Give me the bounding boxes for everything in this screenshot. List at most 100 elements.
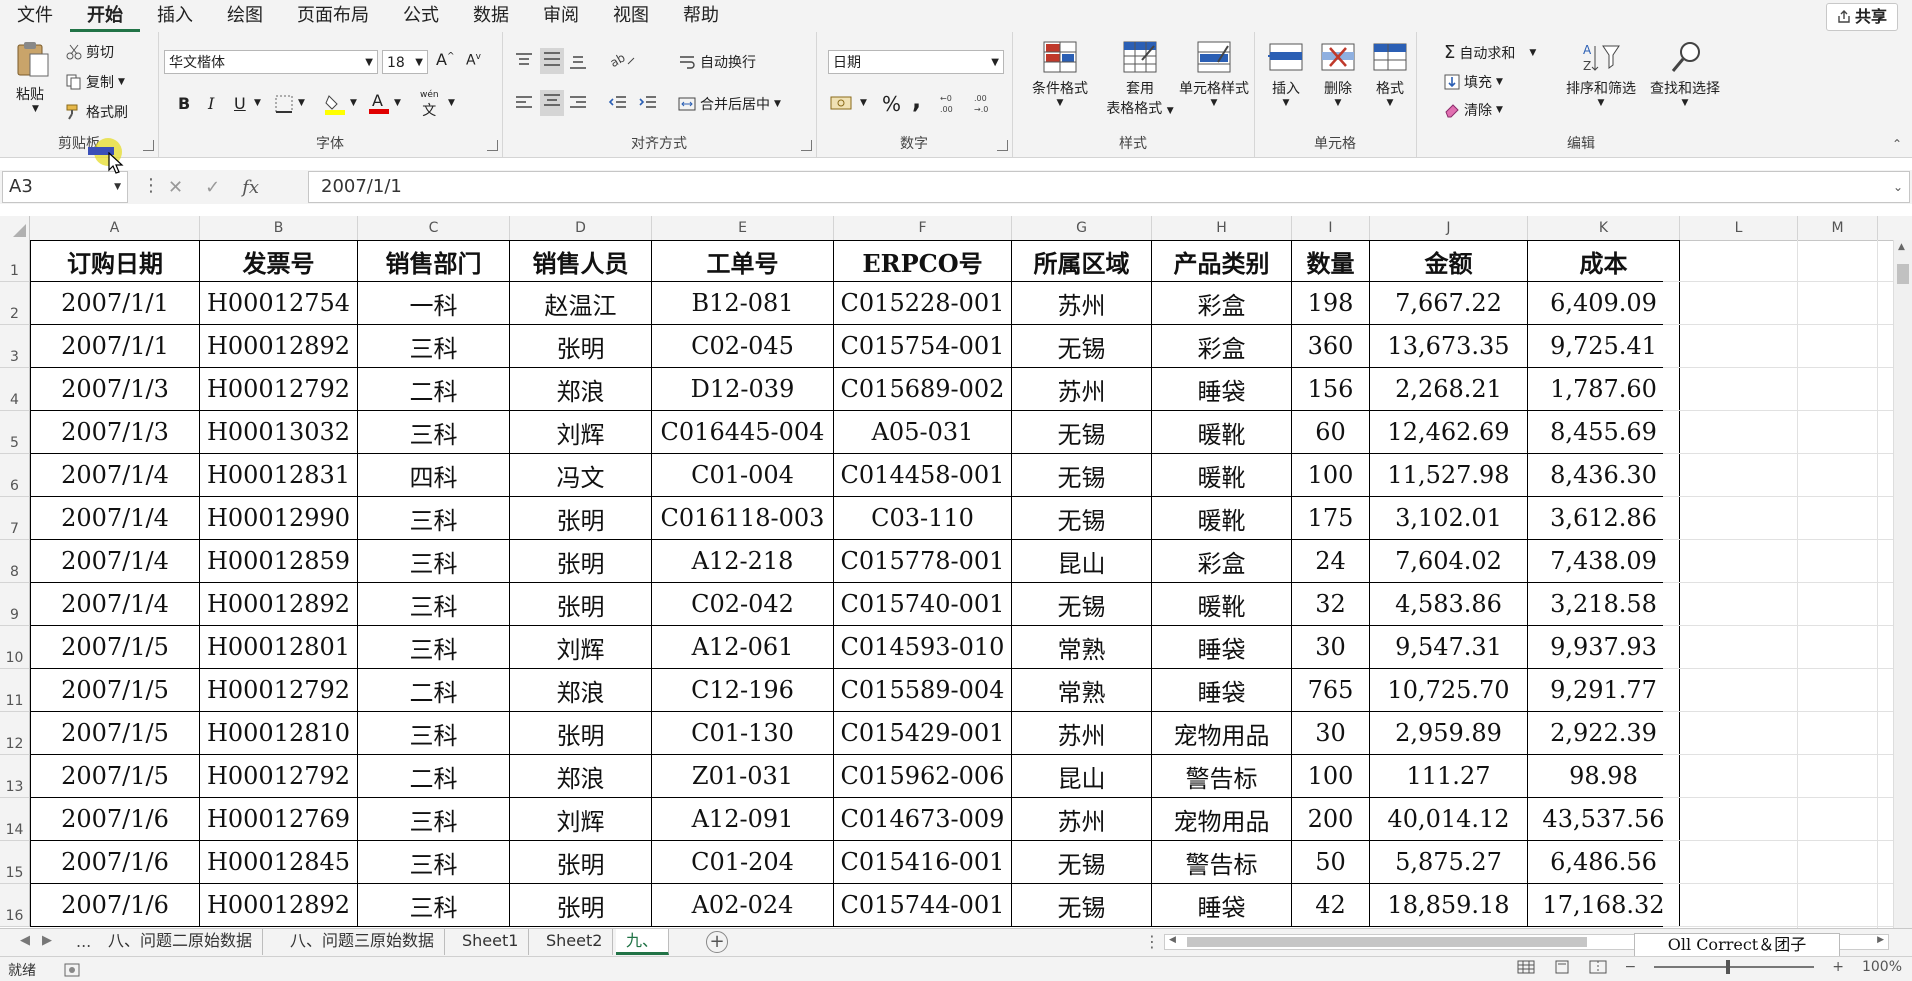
horizontal-scroll-thumb[interactable] <box>1187 937 1587 947</box>
table-cell[interactable]: 三科 <box>358 411 510 454</box>
menu-item-8[interactable]: 视图 <box>596 0 666 32</box>
table-cell[interactable]: C015589-004 <box>834 669 1012 712</box>
table-cell[interactable]: 彩盒 <box>1152 325 1292 368</box>
row-header-10[interactable]: 10 <box>0 626 30 669</box>
table-cell[interactable]: C015416-001 <box>834 841 1012 884</box>
row-header-8[interactable]: 8 <box>0 540 30 583</box>
column-header-k[interactable]: K <box>1528 216 1680 240</box>
autosum-button[interactable]: Σ 自动求和 ▼ <box>1444 42 1536 63</box>
table-cell[interactable]: 无锡 <box>1012 884 1152 927</box>
table-cell[interactable]: 9,937.93 <box>1528 626 1680 669</box>
zoom-slider-knob[interactable] <box>1726 960 1731 974</box>
table-cell[interactable]: 三科 <box>358 497 510 540</box>
comma-button[interactable]: , <box>912 86 921 114</box>
clear-button[interactable]: 清除 ▼ <box>1444 100 1503 120</box>
font-launcher-icon[interactable] <box>487 140 498 151</box>
header-cell[interactable]: 订购日期 <box>30 240 200 282</box>
table-cell[interactable]: 常熟 <box>1012 626 1152 669</box>
table-cell[interactable]: 7,667.22 <box>1370 282 1528 325</box>
table-cell[interactable]: 暖靴 <box>1152 497 1292 540</box>
next-sheet-icon[interactable]: ▶ <box>42 933 52 948</box>
table-cell[interactable]: 2007/1/1 <box>30 325 200 368</box>
table-cell[interactable]: 24 <box>1292 540 1370 583</box>
column-header-e[interactable]: E <box>652 216 834 240</box>
table-cell[interactable]: 二科 <box>358 755 510 798</box>
table-cell[interactable]: 198 <box>1292 282 1370 325</box>
row-header-11[interactable]: 11 <box>0 669 30 712</box>
table-cell[interactable]: 5,875.27 <box>1370 841 1528 884</box>
table-cell[interactable]: 三科 <box>358 540 510 583</box>
accounting-format-button[interactable] <box>830 94 856 116</box>
font-color-dropdown-icon[interactable]: ▼ <box>394 98 401 108</box>
table-cell[interactable]: 100 <box>1292 755 1370 798</box>
table-cell[interactable]: 1,787.60 <box>1528 368 1680 411</box>
table-cell[interactable]: 50 <box>1292 841 1370 884</box>
table-cell[interactable]: 2,959.89 <box>1370 712 1528 755</box>
menu-item-3[interactable]: 绘图 <box>210 0 280 32</box>
table-cell[interactable]: 2007/1/4 <box>30 583 200 626</box>
table-cell[interactable]: H00012831 <box>200 454 358 497</box>
table-cell[interactable]: C02-042 <box>652 583 834 626</box>
header-cell[interactable]: 金额 <box>1370 240 1528 282</box>
table-cell[interactable]: 4,583.86 <box>1370 583 1528 626</box>
number-format-combo[interactable]: 日期 ▼ <box>828 50 1004 74</box>
table-cell[interactable]: 睡袋 <box>1152 368 1292 411</box>
row-header-1[interactable]: 1 <box>0 240 30 282</box>
table-cell[interactable]: 彩盒 <box>1152 540 1292 583</box>
table-cell[interactable]: 睡袋 <box>1152 669 1292 712</box>
column-header-m[interactable]: M <box>1798 216 1878 240</box>
table-cell[interactable]: 11,527.98 <box>1370 454 1528 497</box>
table-cell[interactable]: 暖靴 <box>1152 583 1292 626</box>
format-as-table-button[interactable]: 套用 表格格式 ▼ <box>1104 40 1176 124</box>
menu-item-4[interactable]: 页面布局 <box>280 0 386 32</box>
table-cell[interactable]: 警告标 <box>1152 841 1292 884</box>
table-cell[interactable]: 18,859.18 <box>1370 884 1528 927</box>
table-cell[interactable]: 2007/1/5 <box>30 669 200 712</box>
row-header-13[interactable]: 13 <box>0 755 30 798</box>
column-header-c[interactable]: C <box>358 216 510 240</box>
table-cell[interactable]: 刘辉 <box>510 798 652 841</box>
menu-item-6[interactable]: 数据 <box>456 0 526 32</box>
column-header-h[interactable]: H <box>1152 216 1292 240</box>
table-cell[interactable]: C02-045 <box>652 325 834 368</box>
expand-formula-icon[interactable]: ⌄ <box>1893 172 1903 202</box>
menu-item-9[interactable]: 帮助 <box>666 0 736 32</box>
cancel-entry-button[interactable]: ✕ <box>168 177 183 198</box>
table-cell[interactable]: A12-061 <box>652 626 834 669</box>
table-cell[interactable]: C015962-006 <box>834 755 1012 798</box>
sort-filter-button[interactable]: AZ 排序和筛选 ▼ <box>1558 40 1644 108</box>
name-box[interactable]: A3 ▼ <box>2 171 128 203</box>
table-cell[interactable]: H00012801 <box>200 626 358 669</box>
table-cell[interactable]: 2007/1/1 <box>30 282 200 325</box>
row-header-14[interactable]: 14 <box>0 798 30 841</box>
confirm-entry-button[interactable]: ✓ <box>205 177 220 198</box>
sheet-tab[interactable]: 九、 <box>616 929 670 955</box>
table-cell[interactable]: 2007/1/3 <box>30 411 200 454</box>
table-cell[interactable]: 7,438.09 <box>1528 540 1680 583</box>
column-header-i[interactable]: I <box>1292 216 1370 240</box>
table-cell[interactable]: C015740-001 <box>834 583 1012 626</box>
table-cell[interactable]: 360 <box>1292 325 1370 368</box>
table-cell[interactable]: C014593-010 <box>834 626 1012 669</box>
select-all-button[interactable] <box>0 216 30 240</box>
format-cells-button[interactable]: 格式 ▼ <box>1366 40 1414 108</box>
table-cell[interactable]: 警告标 <box>1152 755 1292 798</box>
table-cell[interactable]: 三科 <box>358 712 510 755</box>
table-cell[interactable]: 9,725.41 <box>1528 325 1680 368</box>
table-cell[interactable]: 43,537.56 <box>1528 798 1680 841</box>
table-cell[interactable]: 赵温江 <box>510 282 652 325</box>
table-cell[interactable]: 13,673.35 <box>1370 325 1528 368</box>
zoom-out-button[interactable]: − <box>1625 959 1637 975</box>
table-cell[interactable]: H00013032 <box>200 411 358 454</box>
increase-decimal-button[interactable]: ←0.00 <box>938 92 962 118</box>
font-name-combo[interactable]: 华文楷体 ▼ <box>164 50 378 74</box>
normal-view-icon[interactable] <box>1517 960 1535 974</box>
formula-input[interactable]: 2007/1/1 ⌄ <box>308 171 1910 203</box>
table-cell[interactable]: C015429-001 <box>834 712 1012 755</box>
scroll-up-icon[interactable]: ▲ <box>1898 242 1905 252</box>
column-header-d[interactable]: D <box>510 216 652 240</box>
table-cell[interactable]: 三科 <box>358 884 510 927</box>
page-layout-view-icon[interactable] <box>1553 960 1571 974</box>
table-cell[interactable]: H00012892 <box>200 884 358 927</box>
page-break-view-icon[interactable] <box>1589 960 1607 974</box>
